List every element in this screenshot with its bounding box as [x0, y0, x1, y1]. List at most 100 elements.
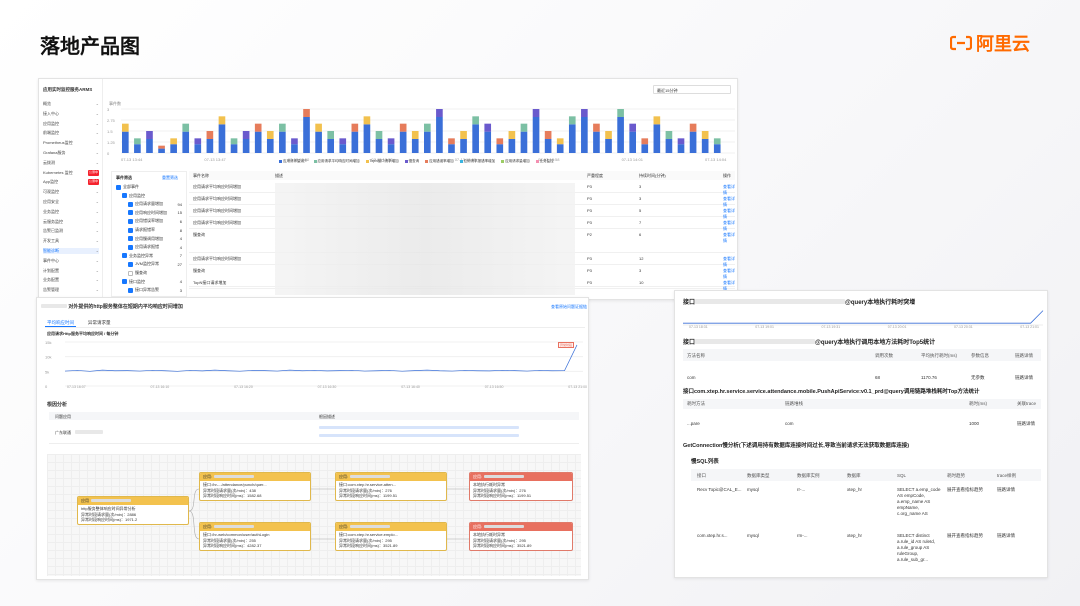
evidence-chain-link[interactable]: 查看原始问题证据链 — [551, 304, 587, 309]
filter-tree-item[interactable]: 请求报错率 8 — [128, 227, 182, 233]
sidebar-item[interactable]: 应用安全 ⌄ — [43, 199, 99, 205]
detail-link[interactable]: 链路详情 — [997, 533, 1038, 539]
filter-tree-item[interactable]: 应用请求报错 4 — [128, 244, 182, 250]
sidebar-item[interactable]: 事件中心 ⌄ — [43, 258, 99, 264]
filter-tree-item[interactable]: 接口监控 4 — [122, 279, 182, 285]
column-header: 链路堆栈 — [785, 401, 803, 406]
bar-stack — [424, 123, 431, 132]
legend-label: 慢查询 — [408, 159, 420, 163]
filter-tree-item[interactable]: 业务监控异常 7 — [122, 253, 182, 259]
legend-item[interactable]: 业务监控 — [535, 159, 554, 164]
sidebar-item[interactable]: 业务配置 ⌄ — [43, 277, 99, 283]
checkbox[interactable] — [128, 218, 133, 224]
time-range-select[interactable]: 最近15分钟 — [653, 85, 731, 94]
filter-tree-item[interactable]: 应用请求量增加 94 — [128, 201, 182, 207]
detail-link[interactable]: 展开查看指标趋势 — [947, 533, 994, 539]
node-app-label: 应用: — [473, 474, 483, 479]
sidebar-item[interactable]: 前端监控 ⌄ — [43, 130, 99, 136]
event-level: P3 — [587, 280, 592, 285]
filter-item-label: 业务监控异常 — [129, 252, 153, 258]
legend-item[interactable]: 应用请求量减少 — [279, 159, 308, 164]
sidebar-item[interactable]: 告警管理 ⌄ — [43, 287, 99, 293]
filter-tree-item[interactable]: 接口异常告警 3 — [128, 287, 182, 293]
sidebar-item[interactable]: Kubernetes 监控 公测中 — [43, 169, 99, 176]
legend-item[interactable]: 应用请求报错率增加 — [459, 159, 496, 164]
graph-node[interactable]: 应用: 接口:com.xtep.hr.service.emplo... 异常时段请求… — [335, 522, 447, 551]
sidebar-item[interactable]: 接入中心 ⌄ — [43, 111, 99, 117]
detail-link[interactable]: 链路详情 — [1015, 375, 1038, 381]
graph-node[interactable]: 应用 http服务整体响应时间异常分析 异常时段请求量(次/min)：2886 异常时… — [77, 496, 189, 525]
checkbox[interactable] — [128, 244, 133, 250]
tab-avg-response[interactable]: 平均响应时间 — [45, 318, 76, 327]
sidebar-item[interactable]: Grafana服务 ⌄ — [43, 150, 99, 156]
chevron-down-icon: ⌄ — [95, 287, 99, 293]
sidebar-item[interactable]: 计划配置 ⌄ — [43, 268, 99, 274]
app-title: 应用实时监控服务ARMS — [43, 87, 93, 92]
column-header: 严重程度 — [587, 173, 603, 178]
graph-node[interactable]: 应用: 接口:/hr-web/common/user/authLogin 异常时段请… — [199, 522, 311, 551]
checkbox[interactable] — [128, 287, 133, 293]
sidebar-item[interactable]: 开发工具 ⌄ — [43, 238, 99, 244]
sidebar-item-label: Prometheus监控 — [43, 140, 73, 146]
sidebar-item[interactable]: 业务监控 ⌄ — [43, 209, 99, 215]
sidebar-item[interactable]: 智能诊断 ⌄ — [43, 248, 99, 254]
sidebar-item-label: 智能诊断 — [43, 248, 59, 253]
filter-item-label: 接口异常告警 — [135, 287, 159, 293]
legend-swatch — [404, 160, 408, 163]
filter-tree-item[interactable]: 应用监控 — [122, 193, 182, 199]
sidebar-item[interactable]: 云拨测 ⌄ — [43, 160, 99, 166]
filter-tree-item[interactable]: JVM监控异常 27 — [128, 261, 182, 267]
graph-node[interactable]: 应用: 本地执行耗时异常 异常时段请求量(次/min)：295 异常时段响应时间(ms… — [469, 522, 573, 551]
checkbox[interactable] — [122, 253, 127, 259]
view-detail-link[interactable]: 查看详情 — [723, 232, 735, 244]
sidebar-item[interactable]: 概览 ⌄ — [43, 101, 99, 107]
graph-node[interactable]: 应用: 接口:com.xtep.hr.service.atten... 异常时段请求… — [335, 472, 447, 501]
column-header: 数据库类型 — [747, 473, 770, 478]
legend-item[interactable]: TopN接口请求增加 — [365, 159, 399, 164]
sidebar-item[interactable]: 应用监控 ⌄ — [43, 121, 99, 127]
sidebar-item[interactable]: 云服务监控 ⌄ — [43, 219, 99, 225]
checkbox[interactable] — [128, 236, 133, 242]
legend-item[interactable]: 慢查询 — [404, 159, 420, 164]
legend-item[interactable]: 应用请求平均响应时间增加 — [313, 159, 360, 164]
detail-link[interactable]: 链路详情 — [997, 487, 1038, 493]
graph-node[interactable]: 应用: 接口:/hr-.../attendance/punch/quer... 异常… — [199, 472, 311, 501]
sidebar-item[interactable]: 告警已监测 ⌄ — [43, 228, 99, 234]
legend-label: 应用请求报错率增加 — [463, 159, 496, 163]
bar-stack — [399, 123, 407, 132]
checkbox[interactable] — [116, 184, 121, 190]
bar-stack — [677, 138, 685, 145]
checkbox[interactable] — [122, 279, 127, 285]
legend-swatch — [365, 160, 369, 163]
chevron-down-icon: ⌄ — [95, 189, 99, 195]
node-header: 应用 — [78, 497, 188, 505]
x-tick-label: 07-13 16:40 — [401, 385, 420, 389]
checkbox[interactable] — [128, 210, 133, 216]
reset-filter-link[interactable]: 重置筛选 — [162, 175, 178, 180]
legend-item[interactable]: 应用请求量增加 — [501, 159, 530, 164]
bar — [556, 144, 564, 153]
detail-link[interactable]: 展开查看指标趋势 — [947, 487, 994, 493]
filter-tree-item[interactable]: 应用错误率增加 6 — [128, 218, 182, 224]
sidebar-item[interactable]: Prometheus监控 ⌄ — [43, 140, 99, 146]
checkbox[interactable] — [128, 261, 133, 267]
checkbox[interactable] — [122, 193, 127, 199]
filter-tree-item[interactable]: 应用响应时间增加 15 — [128, 210, 182, 216]
sidebar-item[interactable]: 可观监控 ⌄ — [43, 189, 99, 195]
checkbox[interactable] — [128, 270, 133, 276]
tab-error-requests[interactable]: 异常请求量 — [86, 318, 113, 327]
filter-tree-item[interactable]: 慢查询 — [128, 270, 182, 276]
checkbox[interactable] — [128, 201, 133, 207]
filter-item-label: 应用请求量增加 — [135, 201, 163, 207]
graph-node[interactable]: 应用: 本地执行耗时异常 异常时段请求量(次/min)：276 异常时段响应时间(ms… — [469, 472, 573, 501]
checkbox[interactable] — [128, 227, 133, 233]
sidebar-item[interactable]: App监控 公测中 — [43, 179, 99, 186]
bar-stack — [291, 138, 298, 145]
node-body: http服务整体响应时间异常分析 异常时段请求量(次/min)：2886 异常时段响… — [78, 505, 188, 524]
legend-item[interactable]: 应用错误率增加 — [425, 159, 454, 164]
detail-link[interactable]: 链路详情 — [1017, 421, 1038, 427]
filter-tree-item[interactable]: 全部事件 — [116, 184, 182, 190]
chevron-down-icon: ⌄ — [95, 110, 99, 116]
filter-tree-item[interactable]: 应用慢调用增加 4 — [128, 236, 182, 242]
bar-stack — [617, 109, 624, 117]
